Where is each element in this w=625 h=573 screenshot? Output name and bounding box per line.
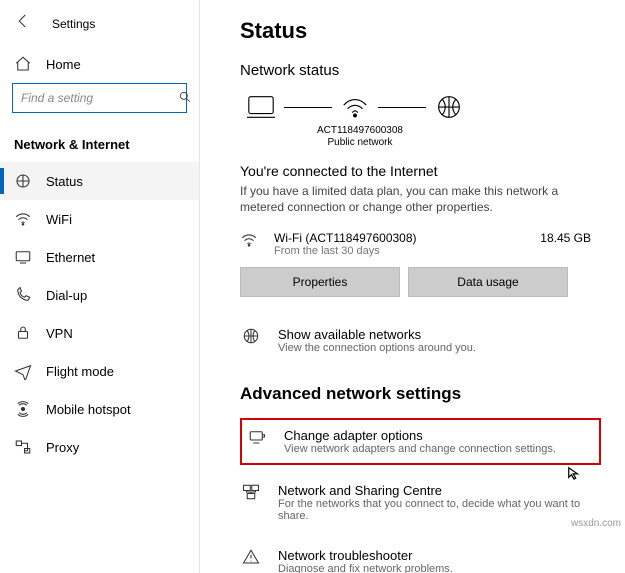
main-content: Status Network status ACT118497600308 Pu…: [200, 0, 625, 573]
app-title: Settings: [52, 17, 95, 31]
wifi-node-icon: [334, 91, 376, 123]
sidebar-item-label: Dial-up: [46, 288, 87, 303]
globe-icon: [242, 327, 264, 348]
watermark: wsxdn.com: [571, 518, 621, 529]
sidebar-item-ethernet[interactable]: Ethernet: [0, 238, 199, 276]
wifi-usage-icon: [240, 231, 262, 252]
sidebar-item-label: Flight mode: [46, 364, 114, 379]
search-box[interactable]: [12, 83, 187, 113]
sidebar-item-vpn[interactable]: VPN: [0, 314, 199, 352]
connected-headline: You're connected to the Internet: [240, 163, 601, 179]
change-adapter-option[interactable]: Change adapter options View network adap…: [240, 418, 601, 465]
airplane-icon: [14, 362, 32, 380]
home-label: Home: [46, 57, 81, 72]
search-icon: [178, 90, 192, 107]
option-title: Change adapter options: [284, 428, 556, 443]
button-label: Data usage: [457, 275, 518, 289]
home-nav[interactable]: Home: [0, 47, 199, 83]
sidebar-item-label: Proxy: [46, 440, 79, 455]
option-title: Network and Sharing Centre: [278, 483, 598, 498]
sidebar-item-flight[interactable]: Flight mode: [0, 352, 199, 390]
computer-icon: [240, 91, 282, 123]
option-sub: For the networks that you connect to, de…: [278, 498, 598, 522]
back-button[interactable]: [14, 12, 32, 35]
diagram-caption: ACT118497600308 Public network: [240, 125, 480, 149]
window-header: Settings: [0, 8, 199, 47]
properties-button[interactable]: Properties: [240, 267, 400, 297]
connected-desc: If you have a limited data plan, you can…: [240, 183, 570, 215]
option-sub: Diagnose and fix network problems.: [278, 563, 453, 573]
sidebar-item-label: Ethernet: [46, 250, 95, 265]
sidebar-item-proxy[interactable]: Proxy: [0, 428, 199, 466]
network-ssid: ACT118497600308: [240, 125, 480, 137]
data-usage-button[interactable]: Data usage: [408, 267, 568, 297]
usage-value: 18.45 GB: [540, 231, 601, 245]
usage-sub: From the last 30 days: [274, 245, 540, 257]
search-input[interactable]: [21, 91, 178, 105]
sidebar-item-hotspot[interactable]: Mobile hotspot: [0, 390, 199, 428]
diagram-line: [284, 107, 332, 108]
vpn-icon: [14, 324, 32, 342]
sidebar-item-status[interactable]: Status: [0, 162, 199, 200]
sharing-icon: [242, 483, 264, 504]
sidebar-item-label: VPN: [46, 326, 73, 341]
sidebar: Settings Home Network & Internet Status …: [0, 0, 200, 573]
button-label: Properties: [293, 275, 348, 289]
option-title: Network troubleshooter: [278, 548, 453, 563]
network-status-heading: Network status: [240, 62, 601, 79]
usage-row: Wi-Fi (ACT118497600308) From the last 30…: [240, 231, 601, 257]
wifi-icon: [14, 210, 32, 228]
globe-icon: [428, 91, 470, 123]
proxy-icon: [14, 438, 32, 456]
sharing-centre-option[interactable]: Network and Sharing Centre For the netwo…: [240, 479, 601, 526]
dialup-icon: [14, 286, 32, 304]
sidebar-item-label: Mobile hotspot: [46, 402, 131, 417]
hotspot-icon: [14, 400, 32, 418]
show-networks-option[interactable]: Show available networks View the connect…: [240, 323, 601, 358]
usage-name: Wi-Fi (ACT118497600308): [274, 231, 540, 245]
advanced-heading: Advanced network settings: [240, 384, 601, 404]
diagram-line: [378, 107, 426, 108]
troubleshooter-option[interactable]: Network troubleshooter Diagnose and fix …: [240, 544, 601, 573]
option-sub: View network adapters and change connect…: [284, 443, 556, 455]
sidebar-item-label: WiFi: [46, 212, 72, 227]
home-icon: [14, 55, 32, 73]
option-title: Show available networks: [278, 327, 476, 342]
page-title: Status: [240, 18, 601, 44]
network-diagram: [240, 91, 601, 123]
sidebar-item-dialup[interactable]: Dial-up: [0, 276, 199, 314]
ethernet-icon: [14, 248, 32, 266]
network-profile: Public network: [240, 137, 480, 149]
sidebar-category: Network & Internet: [0, 129, 199, 162]
adapter-icon: [248, 428, 270, 449]
status-icon: [14, 172, 32, 190]
option-sub: View the connection options around you.: [278, 342, 476, 354]
warning-icon: [242, 548, 264, 569]
sidebar-item-wifi[interactable]: WiFi: [0, 200, 199, 238]
sidebar-item-label: Status: [46, 174, 83, 189]
